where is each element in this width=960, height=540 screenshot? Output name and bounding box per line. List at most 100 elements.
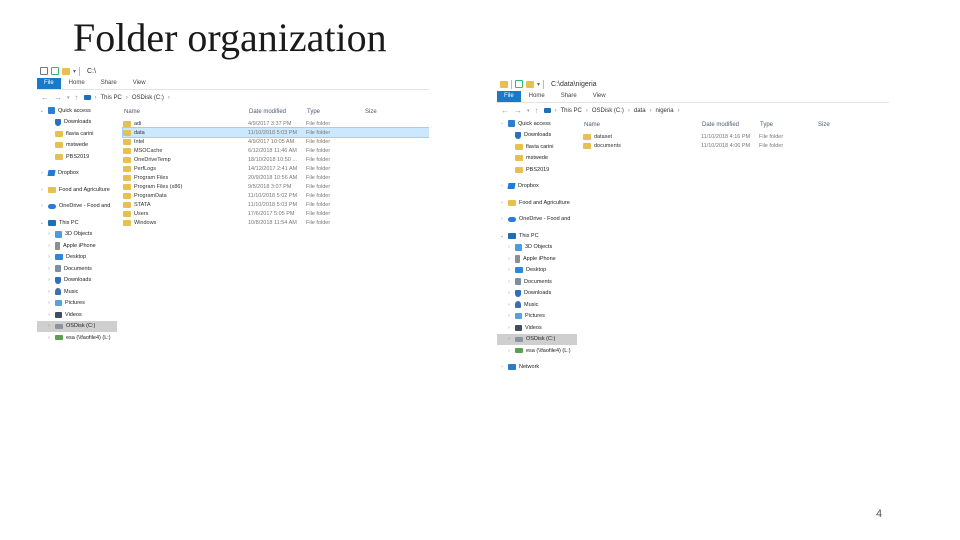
breadcrumb-osdisk[interactable]: OSDisk (C:) <box>592 108 624 114</box>
file-row[interactable]: dataset 11/10/2018 4:16 PM File folder <box>583 132 889 141</box>
file-row[interactable]: adi 4/9/2017 3:37 PM File folder <box>123 119 429 128</box>
chevron-down-icon[interactable]: ⌄ <box>39 220 45 226</box>
file-row[interactable]: ProgramData 11/10/2018 5:02 PM File folder <box>123 191 429 200</box>
nav-item[interactable]: › OneDrive - Food and <box>37 201 117 213</box>
chevron-right-icon[interactable]: › <box>46 312 52 318</box>
file-row[interactable]: Users 17/6/2017 5:05 PM File folder <box>123 209 429 218</box>
nav-item[interactable]: › Music <box>37 286 117 298</box>
forward-arrow-icon[interactable]: → <box>514 106 522 115</box>
checkmark-icon[interactable] <box>51 67 59 75</box>
chevron-right-icon[interactable]: › <box>39 187 45 193</box>
recent-locations-icon[interactable]: ▾ <box>67 95 70 101</box>
nav-item[interactable]: › Desktop <box>497 265 577 277</box>
properties-icon[interactable] <box>40 67 48 75</box>
chevron-right-icon[interactable]: › <box>506 336 512 342</box>
chevron-right-icon[interactable]: › <box>39 170 45 176</box>
nav-item[interactable]: Downloads <box>497 130 577 142</box>
chevron-right-icon[interactable]: › <box>46 300 52 306</box>
chevron-right-icon[interactable]: › <box>506 279 512 285</box>
nav-item[interactable]: › Dropbox <box>37 168 117 180</box>
file-row[interactable]: Program Files (x86) 9/5/2018 3:07 PM File … <box>123 182 429 191</box>
chevron-right-icon[interactable]: › <box>39 203 45 209</box>
nav-item[interactable]: › Quick access <box>497 118 577 130</box>
nav-item[interactable]: › Documents <box>497 276 577 288</box>
recent-locations-icon[interactable]: ▾ <box>527 108 530 114</box>
breadcrumb-this-pc[interactable]: This PC <box>561 108 582 114</box>
nav-item[interactable]: › esa (\\faofile4) (L:) <box>497 345 577 357</box>
nav-item[interactable]: mstwede <box>497 153 577 165</box>
nav-item[interactable]: › Videos <box>497 322 577 334</box>
chevron-right-icon[interactable]: › <box>499 216 505 222</box>
up-arrow-icon[interactable]: ↑ <box>75 93 79 102</box>
tab-view[interactable]: View <box>125 78 154 89</box>
breadcrumb-osdisk[interactable]: OSDisk (C:) <box>132 95 164 101</box>
chevron-right-icon[interactable]: › <box>499 364 505 370</box>
column-header-size[interactable]: Size <box>818 122 858 128</box>
chevron-right-icon[interactable]: › <box>506 348 512 354</box>
nav-item[interactable]: › Food and Agriculture <box>37 184 117 196</box>
nav-item[interactable]: › Network <box>497 362 577 374</box>
chevron-right-icon[interactable]: › <box>46 335 52 341</box>
tab-view[interactable]: View <box>585 91 614 102</box>
nav-item[interactable]: › Dropbox <box>497 181 577 193</box>
forward-arrow-icon[interactable]: → <box>54 93 62 102</box>
chevron-right-icon[interactable]: › <box>506 256 512 262</box>
file-row[interactable]: PerfLogs 14/12/2017 2:41 AM File folder <box>123 164 429 173</box>
breadcrumb[interactable]: › This PC › OSDisk (C:) › data › nigeria… <box>543 108 680 114</box>
file-row[interactable]: Intel 4/9/2017 10:05 AM File folder <box>123 137 429 146</box>
up-arrow-icon[interactable]: ↑ <box>535 106 539 115</box>
nav-item[interactable]: › OSDisk (C:) <box>497 333 577 345</box>
nav-item[interactable]: PBS2019 <box>497 164 577 176</box>
chevron-down-icon[interactable]: ⌄ <box>39 108 45 114</box>
breadcrumb-this-pc[interactable]: This PC <box>101 95 122 101</box>
checkmark-icon[interactable] <box>515 80 523 88</box>
breadcrumb[interactable]: › This PC › OSDisk (C:) › <box>83 95 170 101</box>
chevron-right-icon[interactable]: › <box>506 290 512 296</box>
tab-file[interactable]: File <box>497 91 521 102</box>
customize-toolbar-icon[interactable]: ▾ <box>537 81 540 88</box>
back-arrow-icon[interactable]: ← <box>501 106 509 115</box>
nav-item[interactable]: › Apple iPhone <box>497 253 577 265</box>
chevron-right-icon[interactable]: › <box>506 325 512 331</box>
nav-item[interactable]: › Apple iPhone <box>37 240 117 252</box>
nav-item[interactable]: › Downloads <box>37 275 117 287</box>
tab-home[interactable]: Home <box>521 91 553 102</box>
nav-item[interactable]: PBS2019 <box>37 151 117 163</box>
nav-item[interactable]: › Music <box>497 299 577 311</box>
column-header-date-modified[interactable]: Date modified <box>249 109 307 115</box>
file-row[interactable]: MSOCache 6/12/2018 11:46 AM File folder <box>123 146 429 155</box>
chevron-right-icon[interactable]: › <box>46 243 52 249</box>
nav-item[interactable]: flavia carini <box>497 141 577 153</box>
nav-item[interactable]: › Pictures <box>497 311 577 323</box>
customize-toolbar-icon[interactable]: ▾ <box>73 68 76 75</box>
file-row[interactable]: documents 11/10/2018 4:06 PM File folder <box>583 141 889 150</box>
back-arrow-icon[interactable]: ← <box>41 93 49 102</box>
breadcrumb-data[interactable]: data <box>634 108 646 114</box>
nav-item[interactable]: › OSDisk (C:) <box>37 320 117 332</box>
nav-item[interactable]: ⌄ This PC <box>37 217 117 229</box>
column-header-type[interactable]: Type <box>760 122 818 128</box>
chevron-down-icon[interactable]: ⌄ <box>499 233 505 239</box>
nav-item[interactable]: › 3D Objects <box>37 229 117 241</box>
nav-item[interactable]: › OneDrive - Food and <box>497 214 577 226</box>
tab-share[interactable]: Share <box>93 78 125 89</box>
new-folder-icon[interactable] <box>526 80 534 88</box>
column-header-date-modified[interactable]: Date modified <box>702 122 760 128</box>
file-row[interactable]: data 11/10/2018 5:03 PM File folder <box>122 127 429 138</box>
column-header-type[interactable]: Type <box>307 109 365 115</box>
breadcrumb-nigeria[interactable]: nigeria <box>656 108 674 114</box>
chevron-right-icon[interactable]: › <box>46 231 52 237</box>
nav-item[interactable]: › 3D Objects <box>497 242 577 254</box>
nav-item[interactable]: ⌄ Quick access <box>37 105 117 117</box>
file-row[interactable]: Windows 10/8/2018 11:54 AM File folder <box>123 218 429 227</box>
chevron-right-icon[interactable]: › <box>46 277 52 283</box>
nav-item[interactable]: › Documents <box>37 263 117 275</box>
file-row[interactable]: STATA 11/10/2018 5:03 PM File folder <box>123 200 429 209</box>
column-header-name[interactable]: Name <box>583 122 702 128</box>
nav-item[interactable]: flavia carini <box>37 128 117 140</box>
nav-item[interactable]: Downloads <box>37 117 117 129</box>
new-folder-icon[interactable] <box>62 67 70 75</box>
nav-item[interactable]: › Desktop <box>37 252 117 264</box>
chevron-right-icon[interactable]: › <box>499 183 505 189</box>
chevron-right-icon[interactable]: › <box>506 313 512 319</box>
